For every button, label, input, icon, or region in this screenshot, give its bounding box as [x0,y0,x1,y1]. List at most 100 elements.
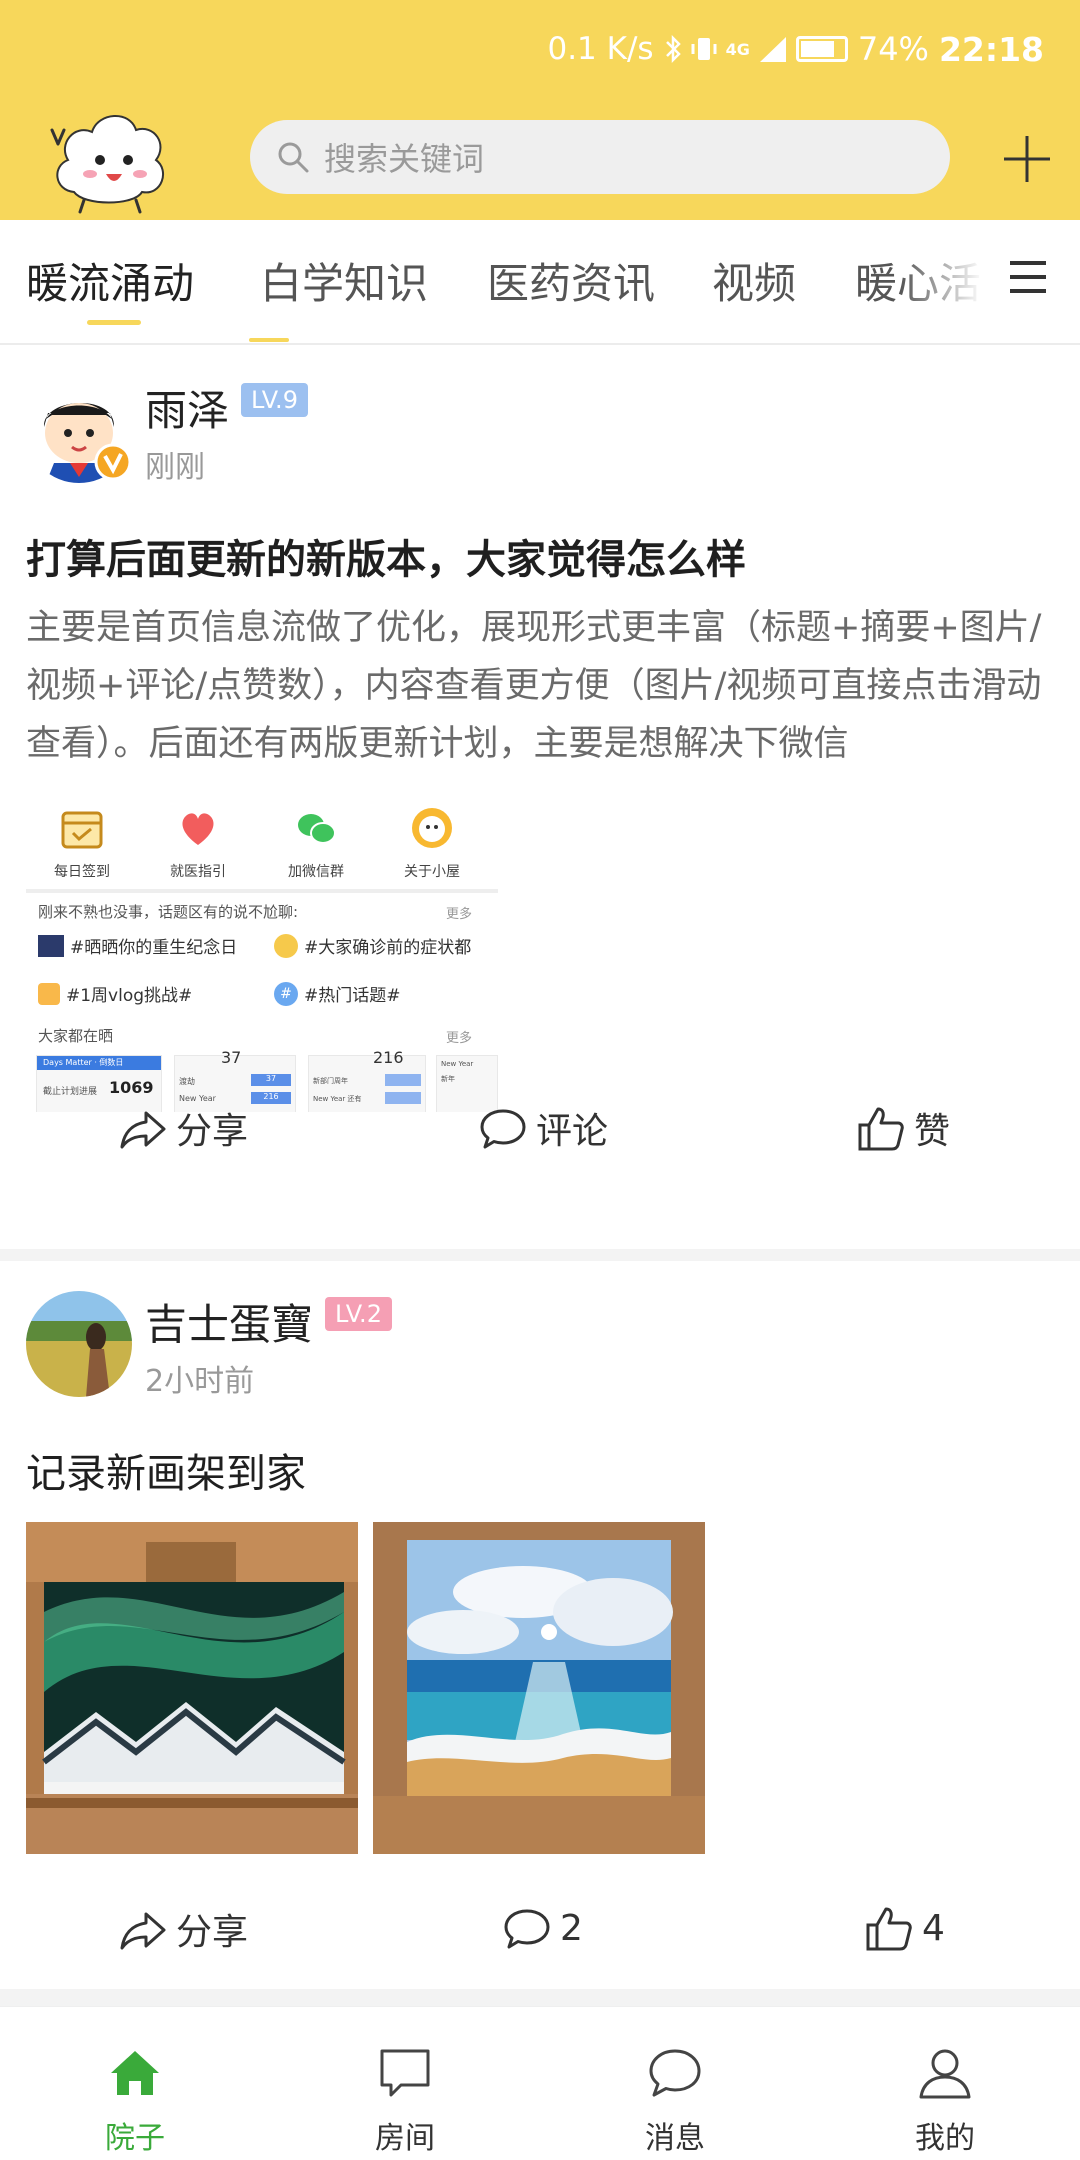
post-preview-image[interactable]: 每日签到 就医指引 加微信群 关于小屋 刚来不熟也没事，话题区有的说不尬聊: 更… [26,797,498,1112]
topic-thumb [38,934,64,957]
post-title[interactable]: 记录新画架到家 [26,1441,306,1499]
preview-card-value: 37 [251,1074,291,1086]
preview-topic-text: #晒晒你的重生纪念日 [70,938,238,958]
aurora-painting-image [26,1522,358,1854]
verified-badge-icon [94,443,132,481]
status-bar: 0.1 K/s 4G 74% 22:18 [547,26,1044,72]
nav-yard[interactable]: 院子 [0,2007,270,2160]
ocean-painting-image [373,1522,705,1854]
tab-scroll-indicator [249,338,289,342]
share-button[interactable]: 分享 [118,1903,248,1955]
cloud-mascot-icon[interactable] [44,104,174,216]
nav-room[interactable]: 房间 [270,2007,540,2160]
nav-label: 我的 [915,2121,975,2156]
post-photo-ocean[interactable] [373,1522,705,1854]
preview-label: 就医指引 [170,864,226,880]
preview-topic-text: #热门话题# [304,986,401,1006]
preview-divider [26,889,498,893]
category-tabs: 暖流涌动 白学知识 医药资讯 视频 暖心活 [0,220,1080,345]
message-square-icon [380,2049,430,2097]
wechat-icon [298,814,336,844]
emoji-icon [274,933,298,958]
tab-yiyao[interactable]: 医药资讯 [487,250,655,311]
share-icon [120,1912,166,1950]
preview-label: 加微信群 [288,864,344,880]
preview-card-row: 新年 [441,1075,455,1083]
tab-shipin[interactable]: 视频 [712,250,796,311]
like-label: 赞 [914,1111,951,1152]
search-placeholder: 搜索关键词 [324,140,485,178]
preview-item-checkin: 每日签到 [32,805,132,881]
top-bar: 0.1 K/s 4G 74% 22:18 搜索关键词 [0,0,1080,220]
nav-label: 房间 [375,2121,435,2156]
comment-icon [504,1909,550,1949]
menu-icon[interactable] [1008,258,1048,296]
comment-icon [480,1109,526,1149]
bluetooth-icon [665,34,681,64]
preview-card-number: 216 [373,1048,404,1067]
preview-topic-text: #1周vlog挑战# [66,986,193,1006]
search-input[interactable]: 搜索关键词 [250,120,950,194]
comment-button[interactable]: 评论 [478,1102,608,1154]
feed-divider [0,1989,1080,2006]
photo-avatar-icon [26,1291,132,1397]
clock: 22:18 [938,29,1044,69]
preview-card-row: New Year [441,1060,474,1068]
preview-icon-row: 每日签到 就医指引 加微信群 关于小屋 [26,797,498,889]
comment-label: 评论 [536,1111,609,1152]
calendar-icon [61,811,103,849]
preview-topic: #晒晒你的重生纪念日 [38,933,237,958]
post-body[interactable]: 主要是首页信息流做了优化，展现形式更丰富（标题+摘要+图片/视频+评论/点赞数）… [26,599,1056,773]
like-count: 4 [922,1907,945,1949]
post-title[interactable]: 打算后面更新的新版本，大家觉得怎么样 [26,527,746,585]
battery-percent: 74% [857,30,929,68]
feed-divider [0,1249,1080,1261]
house-icon [111,2051,159,2095]
share-button[interactable]: 分享 [118,1102,248,1154]
preview-card-app: Days Matter · 倒数日 [37,1056,161,1070]
preview-topic-text: #大家确诊前的症状都 [304,938,472,958]
post-photo-aurora[interactable] [26,1522,358,1854]
like-button[interactable]: 4 [864,1903,945,1953]
user-icon [919,2049,971,2099]
feed-post: 雨泽 LV.9 刚刚 打算后面更新的新版本，大家觉得怎么样 主要是首页信息流做了… [0,347,1080,1249]
comment-button[interactable]: 2 [502,1903,583,1953]
post-time: 2小时前 [145,1364,255,1399]
username[interactable]: 雨泽 [145,377,229,438]
thumbs-up-icon [866,1907,912,1951]
battery-fill [800,41,834,57]
sun-mascot-icon [412,808,452,848]
preview-card-bar [385,1074,421,1086]
preview-sharing-header: 大家都在晒 [38,1027,114,1045]
preview-topic: #大家确诊前的症状都 [274,933,471,958]
post-time: 刚刚 [145,450,205,485]
comment-count: 2 [560,1907,583,1949]
plus-icon[interactable] [1000,132,1054,186]
tab-nuanliu[interactable]: 暖流涌动 [26,250,194,311]
tab-active-indicator [87,320,141,325]
tab-baixue[interactable]: 白学知识 [260,250,428,311]
preview-label: 关于小屋 [404,864,460,880]
preview-label: 每日签到 [54,864,110,880]
video-icon [38,982,60,1005]
header: 搜索关键词 [0,100,1080,220]
nav-messages[interactable]: 消息 [540,2007,810,2160]
preview-topic: # #热门话题# [274,981,401,1006]
post-actions: 分享 2 4 [0,1903,1080,1983]
network-speed: 0.1 K/s [547,31,654,67]
chat-bubble-icon [649,2049,701,2097]
preview-card-number: 37 [221,1048,242,1067]
like-button[interactable]: 赞 [856,1102,950,1154]
network-type-label: 4G [725,39,750,59]
username[interactable]: 吉士蛋寶 [145,1291,313,1352]
post-actions: 分享 评论 赞 [0,1102,1080,1182]
bottom-nav: 院子 房间 消息 我的 [0,2006,1080,2160]
preview-card-row: 新部门周年 [313,1077,348,1085]
search-icon [278,142,309,173]
preview-topic: #1周vlog挑战# [38,981,192,1006]
level-badge: LV.9 [241,383,308,417]
preview-card-row: 渡劫 [179,1077,195,1086]
nav-me[interactable]: 我的 [810,2007,1080,2160]
preview-item-wechat: 加微信群 [266,805,366,881]
avatar[interactable] [26,1291,132,1397]
